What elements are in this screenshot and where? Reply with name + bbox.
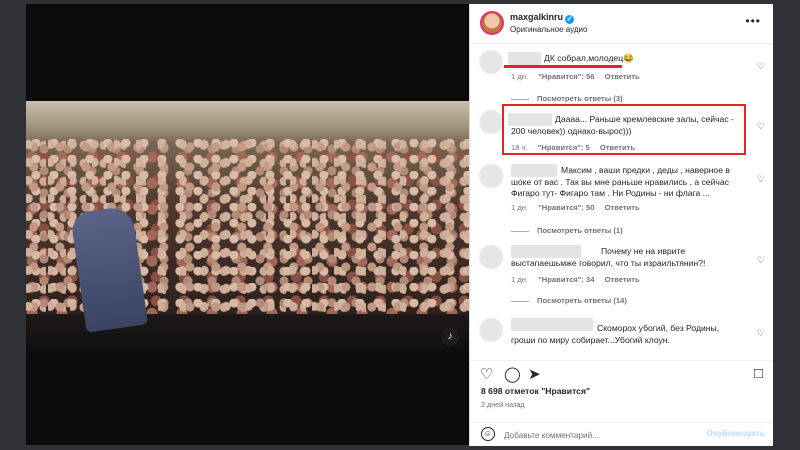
heart-icon[interactable]: ♡ <box>757 121 765 132</box>
audio-label[interactable]: Оригинальное аудио <box>510 25 587 34</box>
comment-meta: 1 дн. "Нравится": 34 Ответить <box>511 275 648 284</box>
send-icon[interactable]: ➤ <box>528 365 541 383</box>
username-text[interactable]: maxgalkinru <box>510 12 563 22</box>
commenter-avatar[interactable] <box>479 245 503 269</box>
post-side-panel: maxgalkinru ✓ Оригинальное аудио ••• ДК с… <box>469 4 773 446</box>
heart-icon[interactable]: ♡ <box>757 174 765 185</box>
comment-text: Максим , ваши предки , деды , наверное в… <box>511 165 730 198</box>
author-username[interactable]: maxgalkinru ✓ <box>510 12 575 24</box>
commenter-avatar[interactable] <box>479 110 503 134</box>
comment-text: Скоморох убогий, без Родины, гроши по ми… <box>511 323 720 345</box>
heart-icon[interactable]: ♡ <box>757 328 765 339</box>
post-actions-bar: ♡ ◯ ➤ □ <box>470 360 773 384</box>
post-header: maxgalkinru ✓ Оригинальное аудио ••• <box>470 4 773 44</box>
comment-likes[interactable]: "Нравится": 56 <box>538 72 594 81</box>
comment-compose-bar: ☺ Опубликовать <box>470 422 773 446</box>
comment-text: Почему не на иврите выстапаешьмже говори… <box>511 246 706 268</box>
reply-button[interactable]: Ответить <box>605 275 640 284</box>
red-underline-annotation <box>504 65 622 68</box>
view-replies-button[interactable]: Посмотреть ответы (1) <box>511 226 623 235</box>
comment-meta: 1 дн. "Нравится": 50 Ответить <box>511 203 648 212</box>
view-replies-button[interactable]: Посмотреть ответы (14) <box>511 296 627 305</box>
stage-lights <box>26 101 469 143</box>
commenter-avatar[interactable] <box>479 164 503 188</box>
view-replies-button[interactable]: Посмотреть ответы (3) <box>511 94 623 103</box>
heart-icon[interactable]: ♡ <box>480 365 493 383</box>
reply-button[interactable]: Ответить <box>605 203 640 212</box>
verified-badge-icon: ✓ <box>565 15 575 24</box>
blurred-username[interactable] <box>508 52 541 65</box>
comment-text: ДК собрал,молодец😂 <box>544 53 634 63</box>
publish-button[interactable]: Опубликовать <box>707 429 765 438</box>
red-highlight-annotation <box>502 104 746 155</box>
likes-count[interactable]: 8 698 отметок "Нравится" <box>481 386 590 396</box>
comment-meta: 1 дн. "Нравится": 56 Ответить <box>511 72 648 81</box>
author-avatar[interactable] <box>480 11 504 35</box>
comment-icon[interactable]: ◯ <box>504 365 521 383</box>
speaker-icon[interactable]: ♪ <box>441 328 459 346</box>
comment-likes[interactable]: "Нравится": 34 <box>538 275 594 284</box>
video-frame[interactable]: ♪ <box>26 101 469 354</box>
comment-time: 1 дн. <box>511 275 529 284</box>
commenter-avatar[interactable] <box>479 50 503 74</box>
post-date: 2 дней назад <box>481 400 525 409</box>
heart-icon[interactable]: ♡ <box>757 61 765 72</box>
video-player[interactable]: ♪ <box>26 4 469 445</box>
comment-time: 1 дн. <box>511 72 529 81</box>
more-horizontal-icon[interactable]: ••• <box>745 14 761 28</box>
commenter-avatar[interactable] <box>479 318 503 342</box>
comment-time: 1 дн. <box>511 203 529 212</box>
heart-icon[interactable]: ♡ <box>757 255 765 266</box>
emoji-icon[interactable]: ☺ <box>481 427 495 441</box>
bookmark-icon[interactable]: □ <box>754 365 763 382</box>
reply-button[interactable]: Ответить <box>605 72 640 81</box>
comment-likes[interactable]: "Нравится": 50 <box>538 203 594 212</box>
comment-input[interactable] <box>504 428 694 442</box>
